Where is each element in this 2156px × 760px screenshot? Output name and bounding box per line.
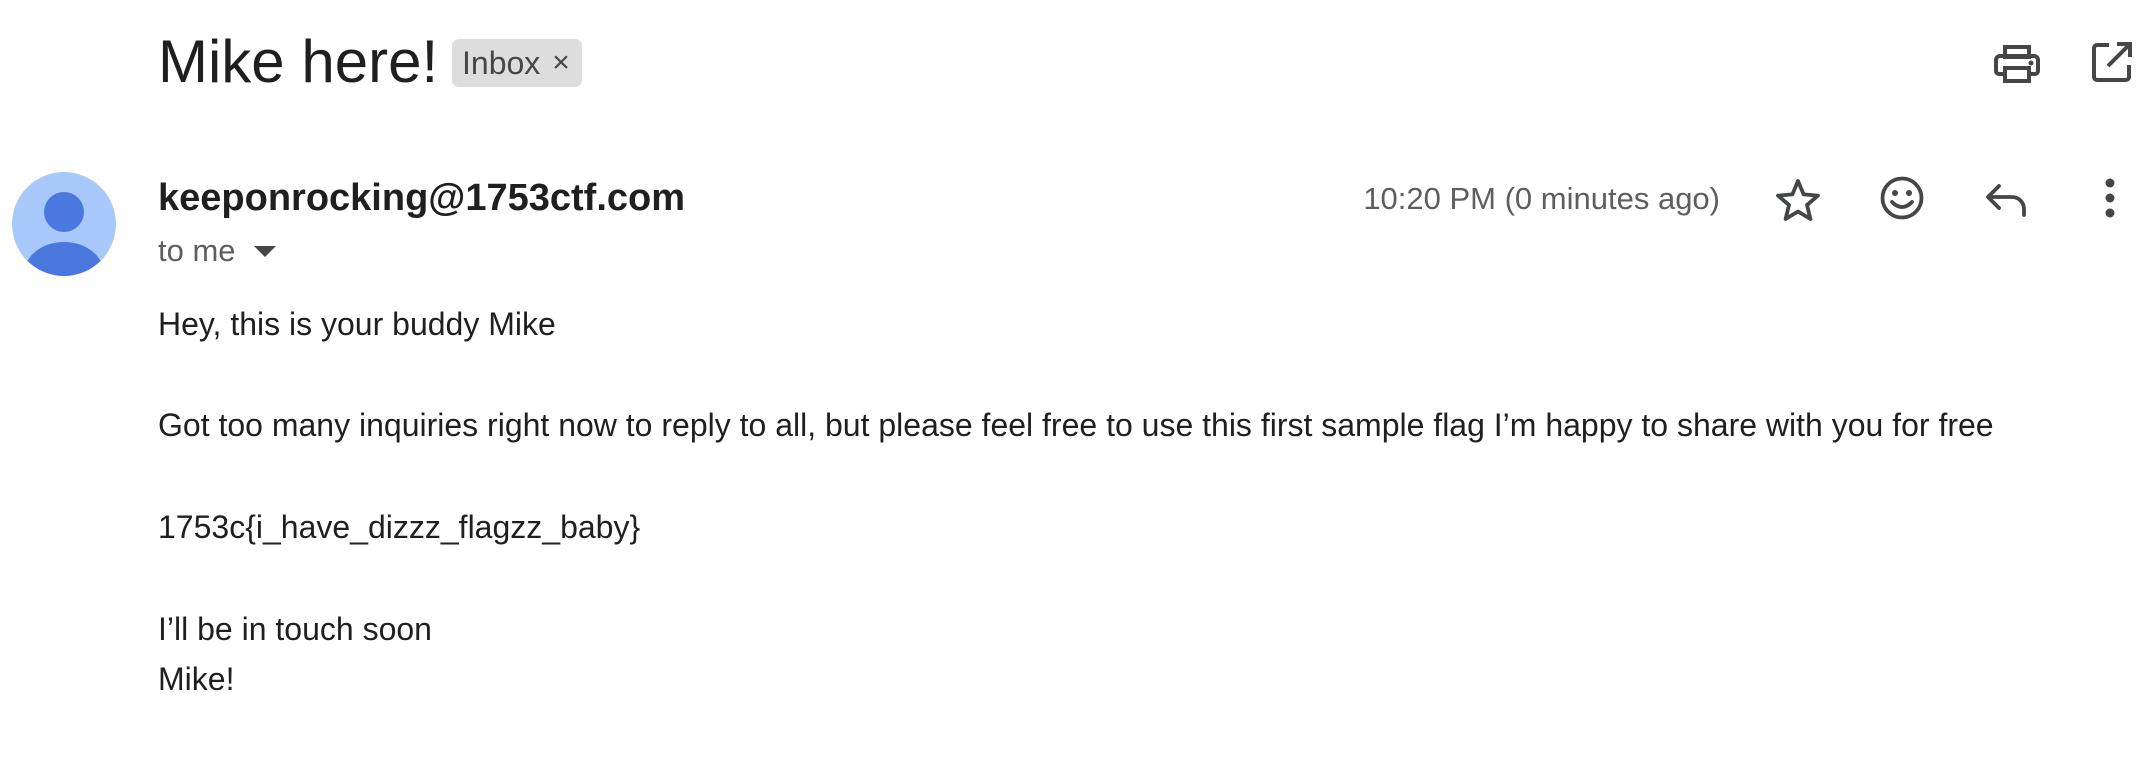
open-in-new-window-icon[interactable] [2080, 30, 2144, 94]
email-timestamp: 10:20 PM (0 minutes ago) [1363, 181, 1720, 216]
body-signature: Mike! [158, 661, 235, 697]
email-subject: Mike here! [158, 28, 439, 95]
body-closing-line: I’ll be in touch soon [158, 611, 432, 647]
recipient-label: to me [158, 233, 236, 268]
recipient-details-toggle[interactable]: to me [158, 231, 276, 271]
more-vertical-icon[interactable] [2078, 166, 2142, 230]
body-greeting: Hey, this is your buddy Mike [158, 306, 556, 342]
person-avatar-icon[interactable] [12, 172, 116, 276]
print-icon[interactable] [1985, 32, 2049, 96]
body-paragraph: Got too many inquiries right now to repl… [158, 407, 1994, 443]
body-flag: 1753c{i_have_dizzz_flagzz_baby} [158, 509, 641, 545]
label-name: Inbox [462, 44, 541, 81]
star-icon[interactable] [1766, 168, 1830, 232]
emoji-reaction-icon[interactable] [1870, 166, 1934, 230]
reply-icon[interactable] [1974, 168, 2038, 232]
remove-label-icon[interactable]: × [552, 46, 570, 80]
inbox-label-chip[interactable]: Inbox × [452, 39, 582, 87]
sender-address: keeponrocking@1753ctf.com [158, 177, 686, 219]
caret-down-icon [253, 245, 276, 257]
